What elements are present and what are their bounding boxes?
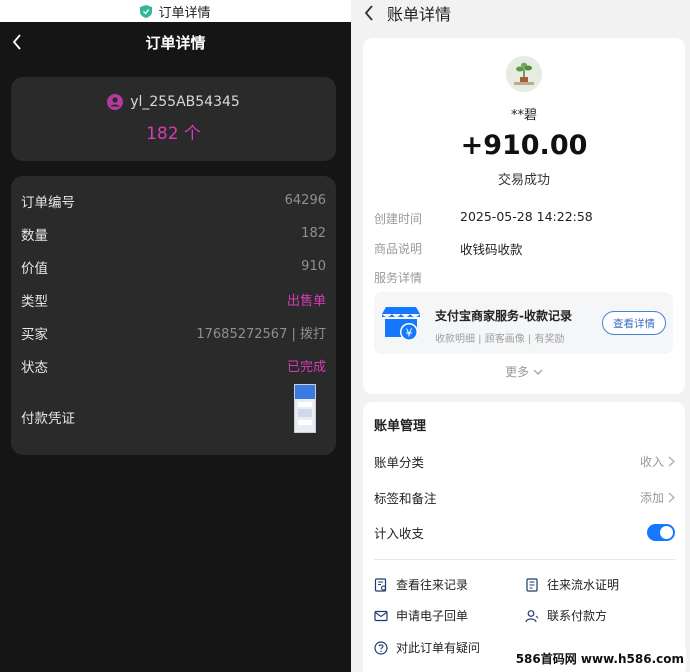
detail-row-status: 状态 已完成 [11,349,336,382]
detail-key: 类型 [21,293,48,310]
more-label: 更多 [505,365,530,379]
detail-row-value: 价值 910 [11,250,336,283]
detail-key: 价值 [21,260,48,277]
shop-icon: ¥ [382,307,420,341]
contact-person-icon [525,609,539,622]
transaction-card: **碧 +910.00 交易成功 创建时间 2025-05-28 14:22:5… [363,38,685,394]
back-icon[interactable] [6,30,30,54]
promo-title: 支付宝商家服务-收款记录 [435,309,572,323]
chevron-right-icon [668,456,675,467]
count-in-budget-label: 计入收支 [374,526,425,541]
info-key-description: 商品说明 [374,242,423,256]
request-receipt-label: 申请电子回单 [396,609,469,623]
svg-text:¥: ¥ [406,327,413,340]
promo-subtitle: 收款明细 | 顾客画像 | 有奖励 [435,334,565,345]
tags-notes-label: 标签和备注 [374,491,437,506]
detail-row-buyer: 买家 17685272567 | 拨打 [11,316,336,349]
detail-value: 已完成 [286,360,326,375]
detail-key: 状态 [21,359,48,376]
chevron-right-icon [668,492,675,503]
tags-notes-value: 添加 [639,491,664,505]
request-receipt-link[interactable]: 申请电子回单 [374,607,468,624]
bill-category-label: 账单分类 [374,455,425,470]
status-bar-title: 订单详情 [158,5,211,21]
bill-category-value: 收入 [639,455,664,469]
transaction-proof-label: 往来流水证明 [547,578,620,592]
detail-row-quantity: 数量 182 [11,217,336,250]
count-in-budget-row: 计入收支 [374,523,675,542]
detail-key: 付款凭证 [21,411,75,427]
order-question-label: 对此订单有疑问 [396,641,481,655]
user-card: yl_255AB54345 182 个 [11,77,336,161]
nav-bar: 订单详情 [0,22,351,62]
detail-value: 64296 [284,193,326,208]
avatar [506,56,542,92]
back-icon[interactable] [359,2,381,24]
detail-value: 182 [301,226,326,241]
order-detail-panel: 订单详情 订单详情 yl_255AB54345 182 个 订单编号 64296… [0,0,351,672]
transaction-proof-link[interactable]: 往来流水证明 [525,576,619,593]
status-bar: 订单详情 [0,0,351,22]
contact-payer-link[interactable]: 联系付款方 [525,607,607,624]
bill-category-row[interactable]: 账单分类 收入 [374,452,675,471]
detail-key: 买家 [21,326,48,343]
divider [374,559,675,560]
bill-detail-panel: 账单详情 **碧 +910.00 交易成功 创建时间 2025-05-28 14… [351,0,690,672]
bill-management-card: 账单管理 账单分类 收入 标签和备注 添加 计入收支 查看往来记录 往来流水证明… [363,402,685,672]
document-proof-icon [526,577,538,592]
payer-name: **碧 [510,108,537,123]
transaction-status: 交易成功 [497,173,550,188]
order-question-link[interactable]: 对此订单有疑问 [374,639,480,656]
user-icon [107,94,124,110]
info-key-service: 服务详情 [374,271,423,285]
shield-icon [140,4,153,18]
view-history-link[interactable]: 查看往来记录 [374,576,468,593]
info-key-created-time: 创建时间 [374,212,423,226]
more-button[interactable]: 更多 [363,363,685,380]
merchant-service-promo[interactable]: ¥ 支付宝商家服务-收款记录 收款明细 | 顾客画像 | 有奖励 查看详情 [374,292,673,354]
detail-key: 数量 [21,227,48,244]
detail-value: 出售单 [286,294,326,309]
detail-key: 订单编号 [21,194,75,211]
buyer-phone-link[interactable]: 17685272567 | 拨打 [196,323,326,342]
payment-proof-thumbnail[interactable] [294,384,316,433]
history-record-icon [374,577,387,592]
question-icon [374,640,388,655]
quantity-value: 182 个 [146,124,201,144]
count-in-budget-toggle[interactable] [647,524,675,541]
username: yl_255AB54345 [130,94,240,110]
detail-value: 910 [301,259,326,274]
tags-notes-row[interactable]: 标签和备注 添加 [374,488,675,507]
page-title: 账单详情 [387,5,452,24]
mail-icon [374,610,388,621]
user-row: yl_255AB54345 [107,94,240,110]
page-title: 订单详情 [145,33,206,52]
chevron-down-icon [533,369,543,375]
detail-row-order-no: 订单编号 64296 [11,184,336,217]
view-details-button[interactable]: 查看详情 [602,311,666,335]
section-title: 账单管理 [374,419,427,434]
info-value-created-time: 2025-05-28 14:22:58 [460,209,593,224]
detail-row-type: 类型 出售单 [11,283,336,316]
watermark: 586首码网 www.h586.com [513,649,686,668]
info-value-description: 收钱码收款 [460,242,523,257]
detail-row-proof: 付款凭证 [11,382,336,452]
order-details-card: 订单编号 64296 数量 182 价值 910 类型 出售单 买家 17685… [11,176,336,455]
nav-bar: 账单详情 [351,0,690,26]
view-history-label: 查看往来记录 [396,578,469,592]
amount: +910.00 [460,130,588,161]
plant-avatar-icon [506,56,542,92]
contact-payer-label: 联系付款方 [547,609,608,623]
